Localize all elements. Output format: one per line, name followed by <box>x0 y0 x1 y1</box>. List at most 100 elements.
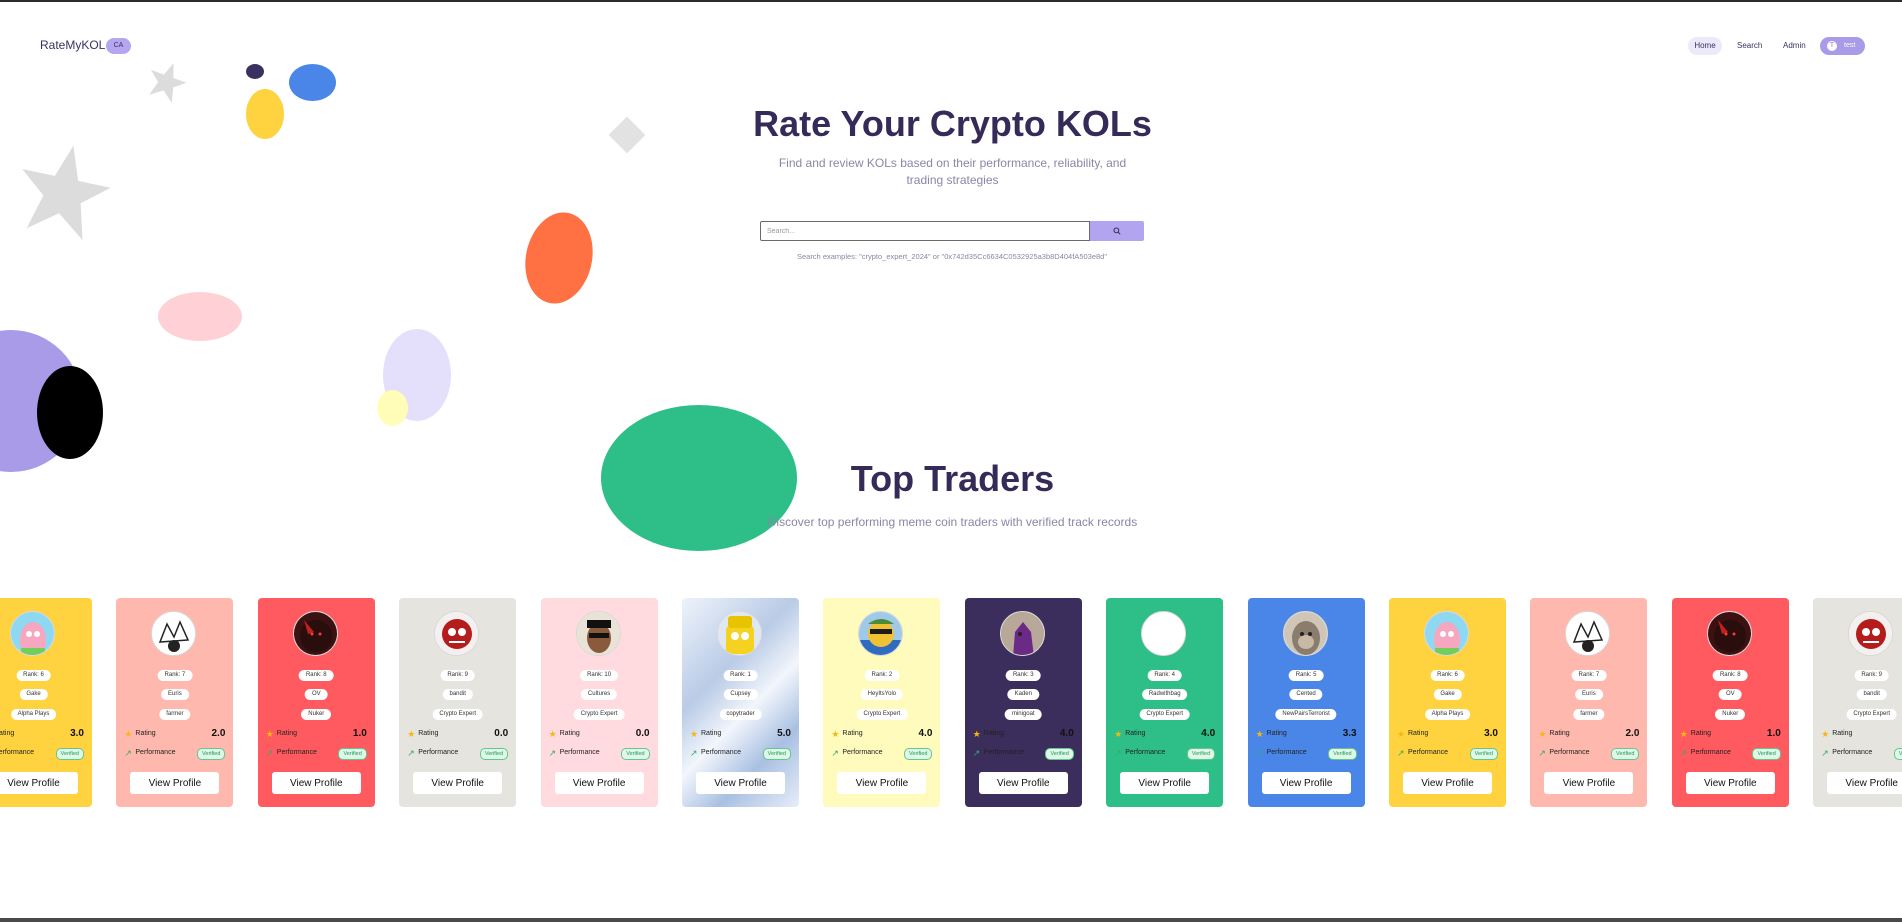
trader-card[interactable]: Rank: 6 Gake Alpha Plays ★ Rating 3.0 ↗ … <box>1389 598 1506 807</box>
trader-tag-badge: Crypto Expert <box>432 709 484 720</box>
trend-up-icon: ↗ <box>1397 748 1405 758</box>
decor-yellow-blob <box>246 89 284 139</box>
view-profile-button[interactable]: View Profile <box>1261 772 1351 794</box>
nav-search-link[interactable]: Search <box>1737 37 1762 55</box>
trader-avatar[interactable] <box>575 611 621 656</box>
trader-avatar[interactable] <box>1141 611 1187 656</box>
view-profile-button[interactable]: View Profile <box>1120 772 1210 794</box>
trader-card[interactable]: Rank: 9 bandit Crypto Expert ★ Rating 0.… <box>399 598 517 807</box>
performance-row: ↗ Performance Verified <box>407 748 509 760</box>
trader-card[interactable]: Rank: 1 Cupsey copytrader ★ Rating 5.0 ↗… <box>682 598 799 807</box>
trader-rank-badge: Rank: 2 <box>864 670 900 681</box>
trader-name-badge: Radwithbag <box>1141 689 1188 700</box>
trader-avatar[interactable] <box>717 611 762 656</box>
rating-value: 3.0 <box>70 728 84 739</box>
decor-pink-blob <box>158 292 242 341</box>
view-profile-button[interactable]: View Profile <box>1403 772 1492 794</box>
performance-row: ↗ Performance Verified <box>1397 748 1498 760</box>
trader-card[interactable]: Rank: 2 HeyItsYolo Crypto Expert ★ Ratin… <box>823 598 941 807</box>
decor-cream-blob <box>377 390 408 426</box>
star-icon: ★ <box>548 729 557 739</box>
user-avatar: T <box>1827 41 1837 51</box>
trader-card[interactable]: Rank: 4 Radwithbag Crypto Expert ★ Ratin… <box>1106 598 1224 807</box>
performance-row: ↗ Performance Verified <box>1538 748 1640 760</box>
rating-label: Rating <box>1832 730 1853 737</box>
trader-avatar[interactable] <box>1424 611 1469 656</box>
trader-card[interactable]: Rank: 10 Cultures Crypto Expert ★ Rating… <box>540 598 658 807</box>
view-profile-button[interactable]: View Profile <box>0 772 78 794</box>
search-input[interactable] <box>760 221 1090 241</box>
performance-row: ↗ Performance Verified <box>549 748 650 760</box>
trader-rank-badge: Rank: 9 <box>1854 670 1890 681</box>
trader-avatar[interactable] <box>292 611 338 656</box>
trader-avatar[interactable] <box>1565 611 1611 656</box>
decor-orange-blob <box>517 206 601 310</box>
trader-avatar[interactable] <box>999 611 1045 656</box>
rating-value: 1.0 <box>352 728 367 739</box>
ca-badge[interactable]: CA <box>106 38 131 54</box>
trader-rank-badge: Rank: 8 <box>298 670 334 681</box>
site-logo[interactable]: RateMyKOL <box>40 38 105 52</box>
trader-avatar[interactable] <box>858 611 904 656</box>
nav-admin-link[interactable]: Admin <box>1783 37 1806 55</box>
view-profile-button[interactable]: View Profile <box>1685 772 1775 794</box>
trader-tag-badge: copytrader <box>719 709 762 720</box>
rating-row: ★ Rating 3.3 <box>1255 728 1357 741</box>
search-button[interactable] <box>1090 221 1144 241</box>
view-profile-button[interactable]: View Profile <box>130 772 220 794</box>
rating-value: 0.0 <box>635 728 650 739</box>
trader-avatar[interactable] <box>1282 611 1328 656</box>
trader-card[interactable]: Rank: 7 Euris farmer ★ Rating 2.0 ↗ Perf… <box>116 598 234 807</box>
performance-label: Performance <box>135 749 176 756</box>
trader-rank-badge: Rank: 10 <box>580 670 619 681</box>
view-profile-button[interactable]: View Profile <box>696 772 785 794</box>
trader-card[interactable]: Rank: 8 OV Nuker ★ Rating 1.0 ↗ Performa… <box>1671 598 1789 807</box>
trader-card[interactable]: Rank: 9 bandit Crypto Expert ★ Rating 0.… <box>1813 598 1902 807</box>
trend-up-icon: ↗ <box>831 748 839 758</box>
user-menu-button[interactable]: T test <box>1820 37 1865 55</box>
trader-avatar[interactable] <box>10 611 55 656</box>
performance-label: Performance <box>276 749 317 756</box>
decor-green-blob <box>601 405 797 551</box>
trader-avatar[interactable] <box>151 611 197 656</box>
trader-tag-badge: Crypto Expert <box>1846 709 1898 720</box>
trader-card[interactable]: Rank: 3 Kaden minigoat ★ Rating 4.0 ↗ Pe… <box>964 598 1082 807</box>
trend-up-icon: ↗ <box>1679 748 1688 758</box>
rating-row: ★ Rating 4.0 <box>1114 728 1215 741</box>
trend-up-icon: ↗ <box>1114 748 1122 758</box>
trader-tag-badge: Alpha Plays <box>1424 709 1471 720</box>
trader-tag-badge: Crypto Expert <box>856 709 908 720</box>
nav-home-link[interactable]: Home <box>1688 37 1722 55</box>
trader-tag-badge: Nuker <box>1715 709 1746 720</box>
trader-card[interactable]: Rank: 8 OV Nuker ★ Rating 1.0 ↗ Performa… <box>257 598 375 807</box>
window-top-border <box>0 0 1902 2</box>
trader-rank-badge: Rank: 6 <box>16 670 51 681</box>
verified-badge: Verified <box>762 748 791 760</box>
rating-row: ★ Rating 3.0 <box>0 728 84 741</box>
verified-badge: Verified <box>621 748 650 760</box>
rating-row: ★ Rating 5.0 <box>690 728 791 741</box>
view-profile-button[interactable]: View Profile <box>978 772 1068 794</box>
view-profile-button[interactable]: View Profile <box>271 772 361 794</box>
view-profile-button[interactable]: View Profile <box>413 772 503 794</box>
view-profile-button[interactable]: View Profile <box>1544 772 1634 794</box>
trader-avatar[interactable] <box>1706 611 1752 656</box>
view-profile-button[interactable]: View Profile <box>837 772 927 794</box>
trader-card[interactable]: Rank: 5 Cented NewPairsTerrorist ★ Ratin… <box>1247 598 1365 807</box>
trend-up-icon: ↗ <box>124 748 132 758</box>
trader-avatar[interactable] <box>434 611 480 656</box>
trader-card[interactable]: Rank: 7 Euris farmer ★ Rating 2.0 ↗ Perf… <box>1530 598 1648 807</box>
performance-row: ↗ Performance Verified <box>973 748 1074 760</box>
trader-avatar[interactable] <box>1848 611 1894 656</box>
view-profile-button[interactable]: View Profile <box>554 772 644 794</box>
star-icon: ★ <box>1255 729 1264 739</box>
trader-name-badge: Cented <box>1289 689 1323 700</box>
verified-badge: Verified <box>1893 748 1902 760</box>
trader-card[interactable]: Rank: 6 Gake Alpha Plays ★ Rating 3.0 ↗ … <box>0 598 92 807</box>
trader-name-badge: Cultures <box>580 689 618 700</box>
view-profile-button[interactable]: View Profile <box>1827 772 1902 794</box>
trader-name-badge: OV <box>1718 689 1742 700</box>
search-examples-hint: Search examples: "crypto_expert_2024" or… <box>796 252 1108 261</box>
decor-navy-dot <box>246 64 264 79</box>
performance-label: Performance <box>701 749 742 756</box>
